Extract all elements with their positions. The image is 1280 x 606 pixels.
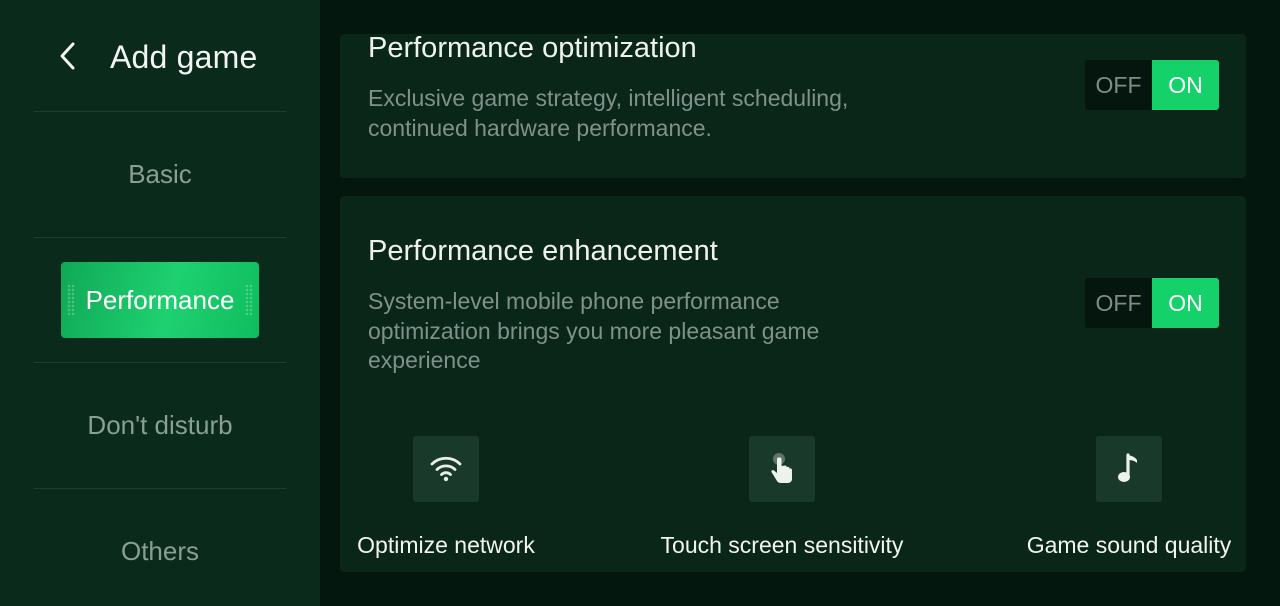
performance-optimization-card: Performance optimization Exclusive game … — [340, 32, 1246, 178]
toggle-on-option[interactable]: ON — [1152, 60, 1219, 110]
sidebar-item-dont-disturb[interactable]: Don't disturb — [34, 363, 286, 487]
touch-screen-sensitivity-button[interactable]: Touch screen sensitivity — [654, 436, 910, 559]
card-description: System-level mobile phone performance op… — [368, 288, 820, 373]
music-note-icon — [1096, 436, 1162, 502]
chevron-left-icon — [60, 42, 75, 70]
performance-optimization-toggle[interactable]: OFF ON — [1085, 60, 1219, 110]
grip-left-icon — [67, 284, 75, 316]
feature-label: Game sound quality — [1026, 532, 1232, 558]
touch-icon — [749, 436, 815, 502]
performance-enhancement-card: Performance enhancement System-level mob… — [340, 196, 1246, 572]
sidebar-item-others[interactable]: Others — [34, 489, 286, 606]
feature-label: Optimize network — [357, 532, 535, 558]
page-title: Add game — [110, 39, 258, 75]
back-button[interactable] — [52, 36, 84, 76]
optimize-network-button[interactable]: Optimize network — [354, 436, 538, 559]
toggle-off-option[interactable]: OFF — [1085, 60, 1152, 110]
game-sound-quality-button[interactable]: Game sound quality — [1024, 436, 1234, 559]
sidebar-item-label: Performance — [85, 284, 235, 315]
card-title: Performance enhancement — [368, 235, 718, 267]
toggle-off-option[interactable]: OFF — [1085, 278, 1152, 328]
card-description: Exclusive game strategy, intelligent sch… — [368, 85, 849, 141]
sidebar-item-performance[interactable]: Performance — [61, 262, 259, 338]
divider — [34, 237, 286, 238]
sidebar: Add game Basic Performance Don't disturb… — [0, 0, 320, 606]
performance-enhancement-toggle[interactable]: OFF ON — [1085, 278, 1219, 328]
grip-right-icon — [245, 284, 253, 316]
card-title: Performance optimization — [368, 32, 697, 64]
toggle-on-option[interactable]: ON — [1152, 278, 1219, 328]
header: Add game — [0, 0, 320, 112]
feature-label: Touch screen sensitivity — [660, 532, 904, 558]
wifi-icon — [413, 436, 479, 502]
sidebar-item-basic[interactable]: Basic — [34, 112, 286, 236]
game-settings-screen: Add game Basic Performance Don't disturb… — [0, 0, 1280, 606]
